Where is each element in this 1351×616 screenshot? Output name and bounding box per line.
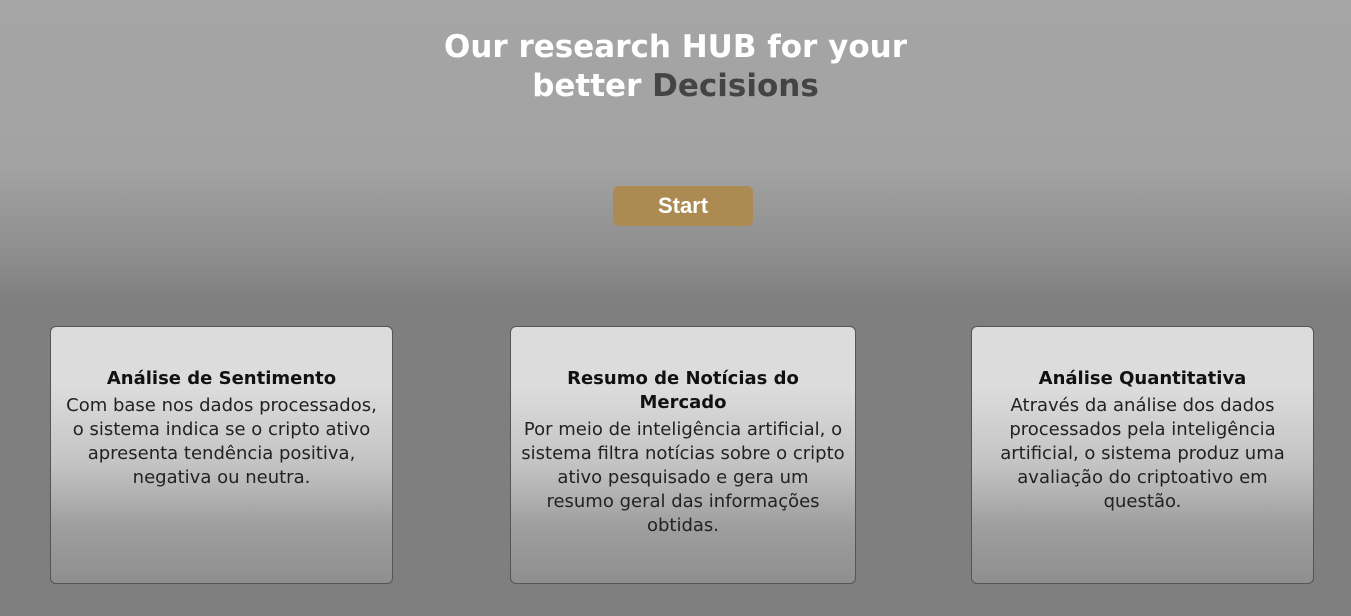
card-description: Por meio de inteligência artificial, o s… — [521, 419, 845, 536]
hero-title: Our research HUB for your better Decisio… — [0, 28, 1351, 106]
hero-title-line-1: Our research HUB for your — [443, 29, 907, 65]
card-title: Análise de Sentimento — [106, 368, 337, 389]
hero-title-accent: Decisions — [652, 68, 819, 104]
card-title: Análise Quantitativa — [1038, 368, 1247, 389]
feature-card-quantitative: Análise Quantitativa Através da análise … — [971, 326, 1314, 584]
hero-title-prefix: better — [532, 68, 653, 104]
card-title: Resumo de Notícias do Mercado — [567, 368, 799, 413]
feature-card-sentiment: Análise de Sentimento Com base nos dados… — [50, 326, 393, 584]
hero-title-line-2: better Decisions — [0, 67, 1351, 106]
start-button[interactable]: Start — [613, 186, 753, 226]
feature-card-news-summary: Resumo de Notícias do Mercado Por meio d… — [510, 326, 856, 584]
card-description: Através da análise dos dados processados… — [1000, 395, 1285, 512]
card-description: Com base nos dados processados, o sistem… — [66, 395, 377, 488]
